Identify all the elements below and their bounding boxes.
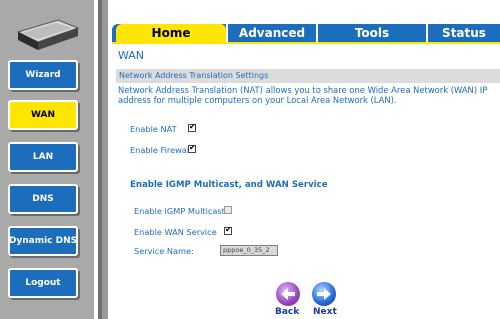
enable-igmp-checkbox[interactable] <box>224 206 232 214</box>
service-name-label: Service Name: <box>134 246 194 256</box>
enable-nat-label: Enable NAT <box>130 124 177 134</box>
enable-firewall-label: Enable Firewall <box>130 145 192 155</box>
sidebar-item-lan[interactable]: LAN <box>8 142 78 172</box>
tab-advanced[interactable]: Advanced <box>228 24 316 42</box>
igmp-section-heading: Enable IGMP Multicast, and WAN Service <box>130 180 328 190</box>
next-arrow-icon <box>317 288 331 300</box>
sidebar-item-logout[interactable]: Logout <box>8 268 78 298</box>
tab-home[interactable]: Home <box>116 24 226 42</box>
back-label[interactable]: Back <box>275 307 299 317</box>
tab-tools[interactable]: Tools <box>318 24 426 42</box>
enable-igmp-label: Enable IGMP Multicast <box>134 206 225 216</box>
sidebar-item-dynamic-dns[interactable]: Dynamic DNS <box>8 226 78 256</box>
sidebar-divider-gray <box>102 0 108 319</box>
next-button[interactable] <box>312 282 336 306</box>
router-icon <box>16 19 80 50</box>
next-label[interactable]: Next <box>313 307 337 317</box>
enable-wan-service-label: Enable WAN Service <box>134 227 217 237</box>
back-arrow-icon <box>281 288 295 300</box>
enable-wan-service-checkbox[interactable] <box>224 225 232 235</box>
page-title: WAN <box>118 49 145 62</box>
service-name-field[interactable]: pppoe_0_35_2 <box>220 245 278 256</box>
enable-firewall-checkbox[interactable] <box>188 143 196 153</box>
sidebar-item-wizard[interactable]: Wizard <box>8 60 78 90</box>
main-content: WAN Network Address Translation Settings… <box>112 44 500 319</box>
sidebar-item-dns[interactable]: DNS <box>8 184 78 214</box>
tab-status[interactable]: Status <box>428 24 500 42</box>
sidebar-item-wan[interactable]: WAN <box>8 100 78 130</box>
back-button[interactable] <box>276 282 300 306</box>
section-title: Network Address Translation Settings <box>116 69 500 83</box>
page-description: Network Address Translation (NAT) allows… <box>118 85 488 105</box>
enable-nat-checkbox[interactable] <box>188 122 196 132</box>
